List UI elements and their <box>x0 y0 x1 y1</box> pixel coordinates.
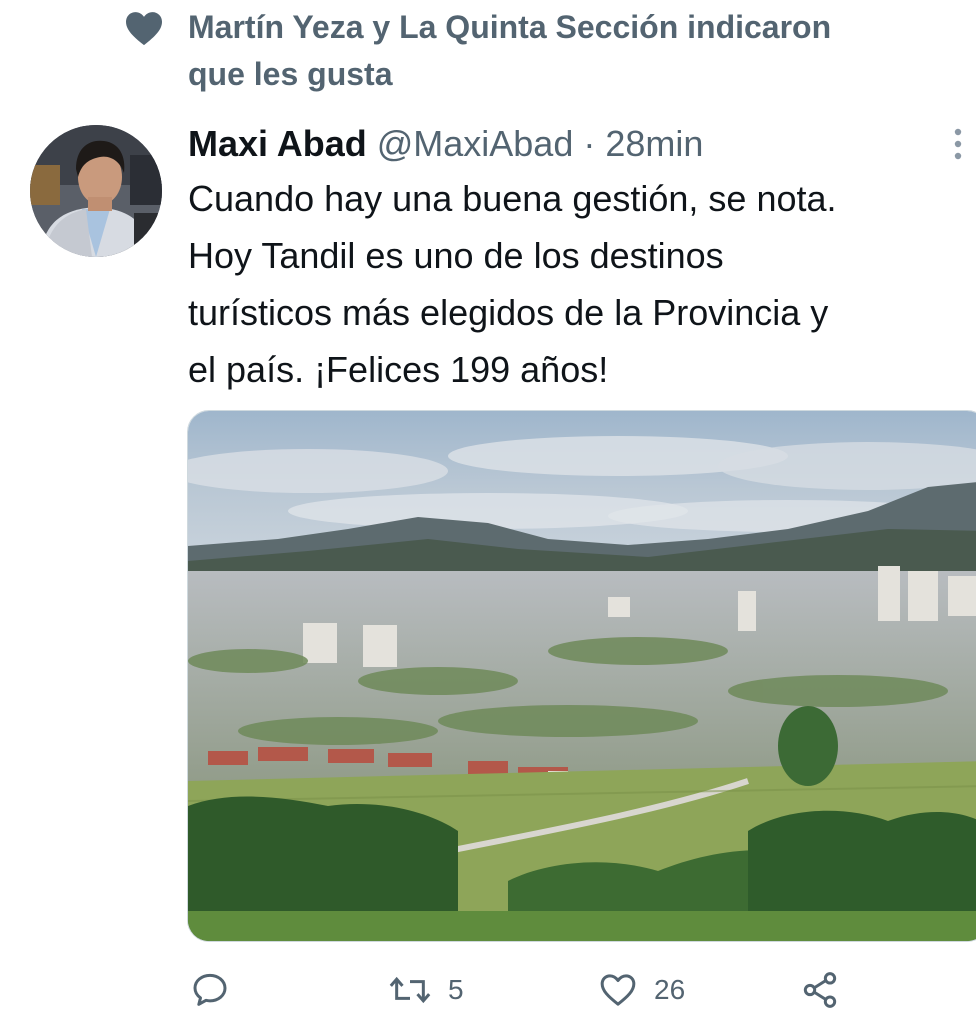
reply-button[interactable] <box>190 960 230 1020</box>
tweet-text: Cuando hay una buena gestión, se nota. H… <box>188 170 976 398</box>
avatar-photo <box>30 125 162 257</box>
avatar[interactable] <box>30 125 162 257</box>
social-context-text: Martín Yeza y La Quinta Sección indicaro… <box>188 4 958 98</box>
tweet-timestamp[interactable]: 28min <box>605 123 703 164</box>
author-name[interactable]: Maxi Abad <box>188 123 367 164</box>
retweet-button[interactable]: 5 <box>388 960 464 1020</box>
tweet-text-line: el país. ¡Felices 199 años! <box>188 349 609 390</box>
city-landscape-photo <box>188 411 976 941</box>
social-context-line-1: Martín Yeza y La Quinta Sección indicaro… <box>188 9 832 45</box>
tweet-text-line: Cuando hay una buena gestión, se nota. <box>188 178 837 219</box>
heart-filled-icon <box>126 12 162 46</box>
separator-dot: · <box>583 123 596 164</box>
more-options-icon[interactable] <box>946 124 970 164</box>
share-icon <box>803 972 837 1008</box>
reply-icon <box>193 973 227 1006</box>
like-icon <box>600 974 636 1006</box>
like-count: 26 <box>654 974 686 1005</box>
retweet-icon <box>389 976 431 1004</box>
tweet-text-line: turísticos más elegidos de la Provincia … <box>188 292 829 333</box>
author-handle[interactable]: @MaxiAbad <box>377 123 574 164</box>
tweet-header: Maxi Abad @MaxiAbad · 28min <box>188 118 948 170</box>
share-button[interactable] <box>800 960 840 1020</box>
retweet-count: 5 <box>448 974 464 1005</box>
social-context-line-2: que les gusta <box>188 56 393 92</box>
social-context[interactable]: Martín Yeza y La Quinta Sección indicaro… <box>0 0 976 110</box>
tweet-media-image[interactable] <box>187 410 976 942</box>
tweet-actions: 5 26 <box>188 960 968 1020</box>
like-button[interactable]: 26 <box>598 960 685 1020</box>
tweet-text-line: Hoy Tandil es uno de los destinos <box>188 235 724 276</box>
